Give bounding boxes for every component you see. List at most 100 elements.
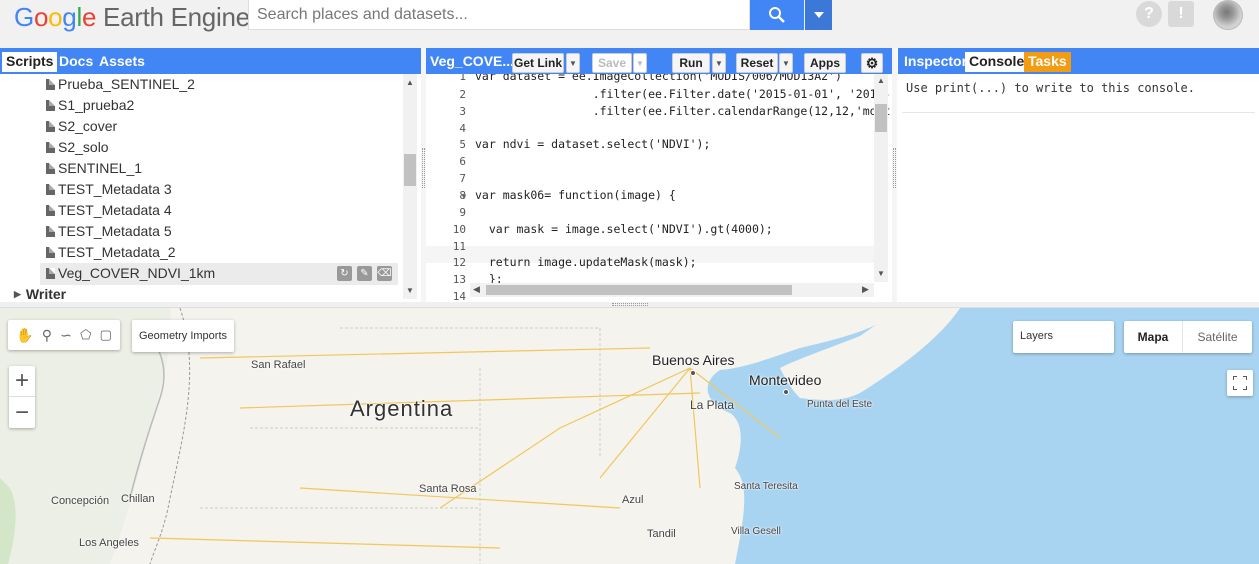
file-icon (46, 246, 55, 258)
scrollbar-thumb[interactable] (404, 154, 416, 186)
layers-control[interactable]: Layers (1013, 321, 1114, 353)
marker-icon[interactable]: ⚲ (42, 327, 52, 344)
help-icon[interactable]: ? (1136, 1, 1162, 27)
scroll-down-icon[interactable]: ▼ (877, 269, 885, 278)
reset-button[interactable]: Reset (736, 53, 778, 73)
line-number: 3 (459, 105, 466, 118)
scripts-scrollbar[interactable]: ▲ ▼ (403, 74, 417, 299)
app-header: Google Earth Engine Search places and da… (0, 0, 1259, 48)
run-dropdown[interactable]: ▼ (712, 53, 726, 73)
run-button[interactable]: Run (672, 53, 710, 73)
script-item[interactable]: S2_solo (46, 137, 109, 157)
script-item[interactable]: TEST_Metadata 3 (46, 179, 172, 199)
file-icon (46, 162, 55, 174)
script-item[interactable]: S2_cover (46, 116, 117, 136)
scroll-up-icon[interactable]: ▲ (406, 78, 414, 87)
line-number: 1 (459, 74, 466, 83)
search-icon (769, 7, 785, 23)
tab-scripts[interactable]: Scripts (2, 52, 58, 72)
editor-hscrollbar[interactable]: ◀ ▶ (470, 283, 874, 297)
fold-caret-icon[interactable]: ▼ (460, 192, 468, 201)
scroll-up-icon[interactable]: ▲ (877, 76, 885, 85)
code-line: var mask06= function(image) { (475, 188, 676, 202)
code-editor-panel: Veg_COVE... Get Link ▼ Save ▼ Run ▼ Rese… (426, 48, 892, 302)
save-dropdown[interactable]: ▼ (633, 53, 647, 73)
code-editor[interactable]: 1 2 3 4 5 6 7 8 9 10 11 12 13 14 ▼ var d… (426, 74, 892, 302)
map-view[interactable]: ✋ ⚲ ∽ ⬠ ▢ Geometry Imports + − Layers Ma… (0, 308, 1259, 564)
console-divider (902, 112, 1255, 113)
city-label-azul: Azul (622, 494, 644, 506)
search-button[interactable] (750, 0, 804, 30)
script-item[interactable]: Prueba_SENTINEL_2 (46, 74, 195, 94)
search-options-dropdown[interactable] (805, 0, 832, 30)
script-item[interactable]: TEST_Metadata 5 (46, 221, 172, 241)
zoom-in-button[interactable]: + (9, 366, 35, 397)
tab-docs[interactable]: Docs (55, 52, 97, 72)
code-line: var ndvi = dataset.select('NDVI'); (475, 137, 711, 151)
line-number: 7 (459, 172, 466, 185)
scrollbar-thumb[interactable] (875, 104, 887, 132)
settings-gear-icon[interactable]: ⚙ (861, 53, 883, 73)
file-icon (46, 204, 55, 216)
tab-tasks[interactable]: Tasks (1024, 52, 1071, 72)
google-earth-engine-logo[interactable]: Google Earth Engine (14, 2, 250, 33)
file-icon (46, 99, 55, 111)
line-number: 5 (459, 138, 466, 151)
line-number: 12 (452, 256, 466, 269)
zoom-out-button[interactable]: − (9, 397, 35, 428)
city-label-buenos-aires: Buenos Aires (652, 352, 735, 368)
history-icon[interactable]: ↻ (337, 266, 352, 281)
tab-console[interactable]: Console (965, 52, 1029, 72)
line-number: 14 (452, 290, 466, 302)
reset-dropdown[interactable]: ▼ (779, 53, 793, 73)
city-label-montevideo: Montevideo (749, 372, 822, 388)
file-icon (46, 267, 55, 279)
tab-assets[interactable]: Assets (95, 52, 149, 72)
search-input[interactable]: Search places and datasets... (248, 0, 750, 30)
polygon-icon[interactable]: ⬠ (80, 327, 91, 343)
editor-vscrollbar[interactable]: ▲ ▼ (874, 74, 888, 282)
fullscreen-icon[interactable] (1227, 370, 1253, 396)
file-icon (46, 183, 55, 195)
scroll-right-icon[interactable]: ▶ (862, 284, 869, 295)
avatar[interactable] (1213, 0, 1243, 30)
edit-icon[interactable]: ✎ (357, 266, 372, 281)
tree-folder-writer[interactable]: ▶ Writer (14, 286, 66, 302)
scroll-down-icon[interactable]: ▼ (406, 286, 414, 295)
script-item[interactable]: TEST_Metadata_2 (46, 242, 176, 262)
get-link-dropdown[interactable]: ▼ (566, 53, 580, 73)
console-output: Use print(...) to write to this console. (906, 81, 1195, 95)
city-label-villa-gesell: Villa Gesell (731, 526, 781, 537)
city-label-chillan: Chillan (121, 493, 155, 505)
script-item[interactable]: S1_prueba2 (46, 95, 134, 115)
save-button[interactable]: Save (592, 53, 632, 73)
feedback-icon[interactable]: ! (1168, 1, 1194, 27)
map-type-mapa[interactable]: Mapa (1124, 321, 1182, 353)
get-link-button[interactable]: Get Link (512, 53, 564, 73)
scroll-left-icon[interactable]: ◀ (473, 284, 480, 295)
scrollbar-thumb[interactable] (486, 285, 792, 295)
script-title-tab[interactable]: Veg_COVE... (426, 52, 518, 72)
line-icon[interactable]: ∽ (60, 327, 72, 344)
tab-inspector[interactable]: Inspector (900, 52, 971, 72)
line-number: 13 (452, 273, 466, 286)
map-type-control: Mapa Satélite (1124, 321, 1252, 353)
line-number: 4 (459, 122, 466, 135)
city-label-los-angeles: Los Angeles (79, 537, 139, 549)
line-number: 11 (452, 240, 466, 253)
delete-icon[interactable]: ⌫ (377, 266, 392, 281)
map-type-satelite[interactable]: Satélite (1182, 321, 1252, 353)
panel-splitter[interactable] (892, 48, 897, 302)
rectangle-icon[interactable]: ▢ (100, 327, 112, 343)
line-number: 2 (459, 88, 466, 101)
code-line: var dataset = ee.ImageCollection('MODIS/… (475, 74, 842, 83)
script-item-selected[interactable]: Veg_COVER_NDVI_1km (46, 263, 215, 283)
geometry-imports-button[interactable]: Geometry Imports (132, 320, 234, 352)
script-item[interactable]: SENTINEL_1 (46, 158, 142, 178)
script-item[interactable]: TEST_Metadata 4 (46, 200, 172, 220)
hand-pan-icon[interactable]: ✋ (16, 327, 33, 344)
code-line: .filter(ee.Filter.date('2015-01-01', '20… (475, 87, 891, 101)
apps-button[interactable]: Apps (804, 53, 846, 73)
city-marker (783, 389, 789, 395)
city-label-san-rafael: San Rafael (251, 359, 306, 371)
